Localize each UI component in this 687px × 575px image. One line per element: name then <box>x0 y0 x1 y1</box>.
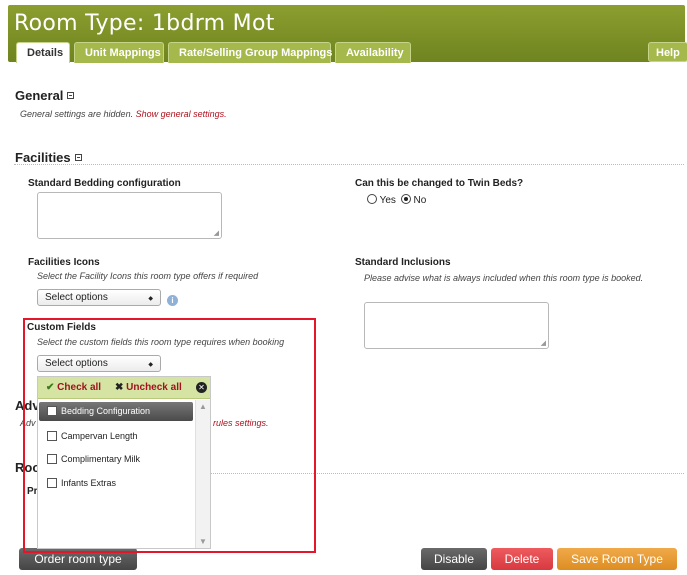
standard-inclusions-label: Standard Inclusions <box>355 257 451 268</box>
standard-bedding-label: Standard Bedding configuration <box>28 178 181 189</box>
highlight-box <box>23 318 316 553</box>
disable-button[interactable]: Disable <box>421 548 487 570</box>
help-button[interactable]: Help <box>648 42 687 62</box>
facilities-heading-label: Facilities <box>15 150 71 165</box>
twin-yes-label: Yes <box>379 195 396 206</box>
expand-toggle-icon[interactable] <box>67 92 75 99</box>
twin-no-radio[interactable] <box>400 194 411 204</box>
tab-details[interactable]: Details <box>16 42 70 63</box>
resize-grip-icon[interactable]: ◢ <box>214 229 219 237</box>
tab-rate-selling-group-mappings[interactable]: Rate/Selling Group Mappings <box>168 42 332 63</box>
standard-bedding-textarea[interactable]: ◢ <box>37 192 222 239</box>
facilities-heading[interactable]: Facilities <box>15 150 82 165</box>
standard-inclusions-note: Please advise what is always included wh… <box>364 273 644 283</box>
general-note: General settings are hidden. Show genera… <box>20 109 227 119</box>
section-divider <box>14 164 684 165</box>
twin-beds-radio-group: Yes No <box>367 194 426 206</box>
save-room-type-button[interactable]: Save Room Type <box>557 548 677 570</box>
select-caret-icon: ◆ <box>148 296 153 302</box>
general-note-text: General settings are hidden. <box>20 109 134 119</box>
tab-unit-mappings[interactable]: Unit Mappings <box>74 42 164 63</box>
facilities-icons-label: Facilities Icons <box>28 257 100 268</box>
show-general-settings-link[interactable]: Show general settings. <box>136 109 227 119</box>
info-icon[interactable]: i <box>167 295 178 306</box>
page-title: Room Type: 1bdrm Mot <box>14 11 275 36</box>
facilities-icons-note: Select the Facility Icons this room type… <box>37 271 259 281</box>
resize-grip-icon[interactable]: ◢ <box>541 339 546 347</box>
tab-availability[interactable]: Availability <box>335 42 411 63</box>
standard-inclusions-textarea[interactable]: ◢ <box>364 302 549 349</box>
twin-yes-radio[interactable] <box>367 194 377 204</box>
facilities-icons-select[interactable]: Select options ◆ <box>37 289 161 306</box>
general-heading[interactable]: General <box>15 88 75 103</box>
delete-button[interactable]: Delete <box>491 548 553 570</box>
twin-beds-question: Can this be changed to Twin Beds? <box>355 178 524 189</box>
twin-no-label: No <box>413 195 427 206</box>
general-heading-label: General <box>15 88 64 103</box>
facilities-icons-select-value: Select options <box>45 292 108 303</box>
collapse-toggle-icon[interactable] <box>74 154 82 161</box>
